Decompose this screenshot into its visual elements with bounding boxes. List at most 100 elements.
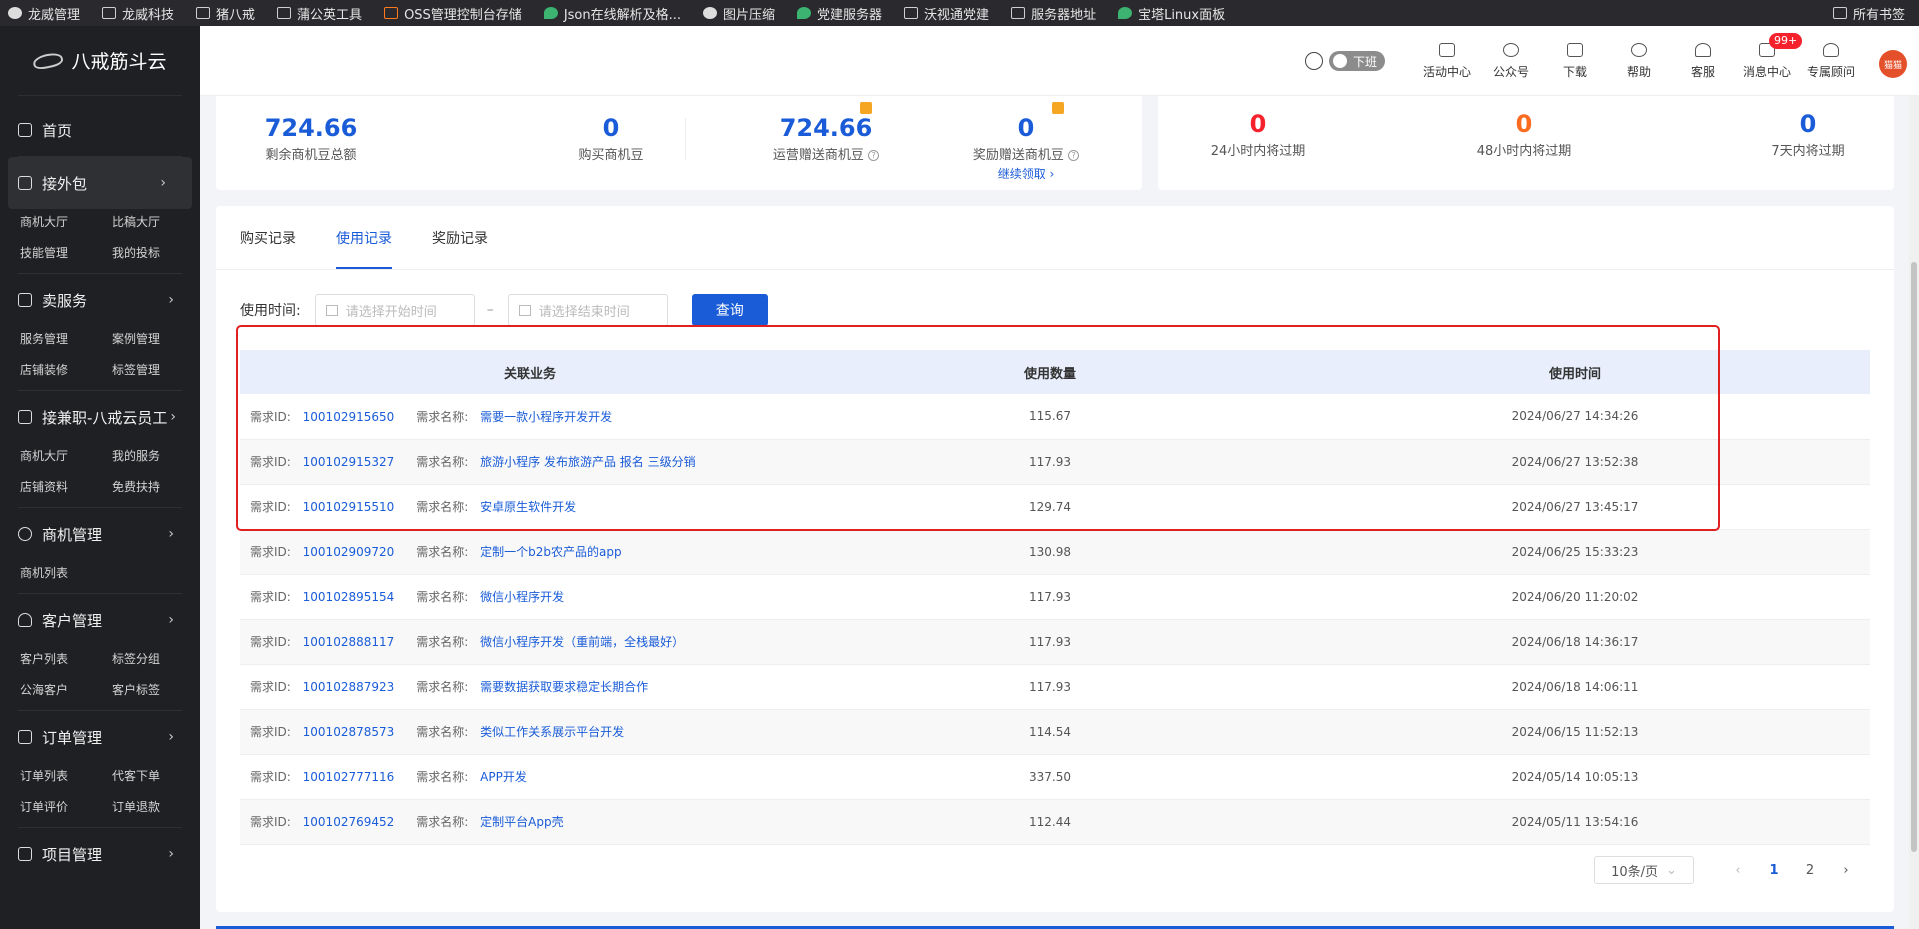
- tab-reward-records[interactable]: 奖励记录: [432, 206, 488, 269]
- start-date-picker[interactable]: 请选择开始时间: [314, 294, 475, 326]
- tab-purchase-records[interactable]: 购买记录: [240, 206, 296, 269]
- record-tabs: 购买记录 使用记录 奖励记录: [216, 206, 1894, 270]
- demand-name-link[interactable]: 定制一个b2b农产品的app: [480, 545, 621, 559]
- demand-id-key: 需求ID:: [250, 680, 291, 694]
- scrollbar-thumb[interactable]: [1911, 262, 1917, 852]
- toggle-knob: [1333, 54, 1347, 68]
- bookmark-item[interactable]: 蒲公英工具: [277, 4, 362, 23]
- related-business-cell: 需求ID: 100102887923 需求名称: 需要数据获取要求稳定长期合作: [240, 664, 820, 710]
- sidebar-link[interactable]: 服务管理: [20, 330, 112, 347]
- usage-quantity: 114.54: [820, 709, 1280, 755]
- sidebar-item-customers[interactable]: 客户管理 ›: [0, 594, 200, 646]
- sidebar-item-orders[interactable]: 订单管理 ›: [0, 711, 200, 763]
- demand-id-key: 需求ID:: [250, 770, 291, 784]
- sidebar-item-parttime[interactable]: 接兼职-八戒云员工 ›: [0, 391, 200, 443]
- help-icon[interactable]: ?: [1068, 150, 1080, 161]
- demand-name-link[interactable]: 类似工作关系展示平台开发: [480, 725, 624, 739]
- support-button[interactable]: 客服: [1671, 42, 1735, 80]
- continue-claim-link[interactable]: 继续领取 ›: [956, 165, 1096, 182]
- tag-icon: [860, 102, 872, 114]
- avatar[interactable]: 猫猫: [1879, 50, 1907, 78]
- demand-name-link[interactable]: APP开发: [480, 770, 527, 784]
- sidebar-link[interactable]: 订单评价: [20, 798, 112, 815]
- bookmark-item[interactable]: 龙威管理: [8, 4, 80, 23]
- sidebar-link[interactable]: 店铺装修: [20, 361, 112, 378]
- sidebar-link[interactable]: 客户列表: [20, 650, 112, 667]
- sidebar-link[interactable]: 免费扶持: [112, 478, 204, 495]
- end-date-picker[interactable]: 请选择结束时间: [507, 294, 668, 326]
- demand-id-link[interactable]: 100102769452: [303, 815, 395, 829]
- bookmark-item[interactable]: 服务器地址: [1011, 4, 1096, 23]
- bookmark-item[interactable]: 党建服务器: [797, 4, 882, 23]
- demand-name-link[interactable]: 微信小程序开发: [480, 590, 564, 604]
- demand-id-link[interactable]: 100102878573: [303, 725, 395, 739]
- sidebar-link[interactable]: 店铺资料: [20, 478, 112, 495]
- headset-icon: [1695, 42, 1711, 57]
- page-size-select[interactable]: 10条/页 ⌄: [1594, 856, 1694, 884]
- demand-id-link[interactable]: 100102895154: [303, 590, 395, 604]
- stat-ops: 724.66 运营赠送商机豆 ?: [746, 114, 906, 163]
- table-row: 需求ID: 100102887923 需求名称: 需要数据获取要求稳定长期合作 11…: [240, 664, 1870, 710]
- page-2[interactable]: 2: [1792, 863, 1828, 878]
- sidebar-item-projects[interactable]: 项目管理 ›: [0, 828, 200, 880]
- bookmark-item[interactable]: Json在线解析及格...: [543, 4, 681, 23]
- sidebar-link[interactable]: 我的服务: [112, 447, 204, 464]
- help-icon[interactable]: ?: [868, 150, 880, 161]
- prev-page-button[interactable]: ‹: [1720, 863, 1756, 878]
- sidebar-link[interactable]: 商机大厅: [20, 213, 112, 230]
- oss-icon: [384, 7, 399, 19]
- chevron-right-icon: ›: [160, 175, 166, 191]
- sidebar-link[interactable]: 标签管理: [112, 361, 204, 378]
- sidebar-item-outsourcing[interactable]: 接外包 ›: [8, 157, 192, 209]
- demand-name-link[interactable]: 定制平台App壳: [480, 815, 563, 829]
- demand-name-link[interactable]: 微信小程序开发（重前端，全栈最好）: [480, 635, 684, 649]
- advisor-button[interactable]: 专属顾问: [1799, 42, 1863, 80]
- scrollbar[interactable]: [1909, 96, 1919, 929]
- wechat-account-button[interactable]: 公众号: [1479, 42, 1543, 80]
- sidebar-link[interactable]: 代客下单: [112, 767, 204, 784]
- sidebar-link[interactable]: 比稿大厅: [112, 213, 204, 230]
- sidebar-link[interactable]: 订单退款: [112, 798, 204, 815]
- all-bookmarks[interactable]: 所有书签: [1832, 0, 1905, 26]
- sidebar-link[interactable]: 标签分组: [112, 650, 204, 667]
- activity-center-button[interactable]: 活动中心: [1415, 42, 1479, 80]
- sidebar-link[interactable]: 客户标签: [112, 681, 204, 698]
- demand-id-link[interactable]: 100102888117: [303, 635, 395, 649]
- query-button[interactable]: 查询: [691, 294, 768, 326]
- sidebar-link[interactable]: 案例管理: [112, 330, 204, 347]
- bookmark-item[interactable]: 猪八戒: [196, 4, 255, 23]
- demand-id-link[interactable]: 100102777116: [303, 770, 395, 784]
- bookmark-item[interactable]: 图片压缩: [703, 4, 775, 23]
- messages-button[interactable]: 99+ 消息中心: [1735, 32, 1803, 80]
- next-page-button[interactable]: ›: [1828, 863, 1864, 878]
- demand-id-link[interactable]: 100102909720: [303, 545, 395, 559]
- demand-id-key: 需求ID:: [250, 590, 291, 604]
- sidebar-link[interactable]: 商机大厅: [20, 447, 112, 464]
- demand-name-key: 需求名称:: [416, 680, 469, 694]
- help-button[interactable]: 帮助: [1607, 42, 1671, 80]
- demand-name-link[interactable]: 需要数据获取要求稳定长期合作: [480, 680, 648, 694]
- brand-logo[interactable]: 八戒筋斗云: [18, 26, 182, 96]
- sidebar-link[interactable]: 商机列表: [20, 564, 112, 581]
- download-button[interactable]: 下载: [1543, 42, 1607, 80]
- tag-icon: [1052, 102, 1064, 114]
- work-status-toggle[interactable]: 下班: [1329, 51, 1385, 71]
- sidebar-link[interactable]: 我的投标: [112, 244, 204, 261]
- stat-expire-48h: 0 48小时内将过期: [1476, 110, 1572, 159]
- sidebar-link[interactable]: 订单列表: [20, 767, 112, 784]
- page-1[interactable]: 1: [1756, 863, 1792, 878]
- usage-quantity: 337.50: [820, 754, 1280, 800]
- sidebar-link[interactable]: 公海客户: [20, 681, 112, 698]
- bookmark-item[interactable]: 宝塔Linux面板: [1118, 4, 1225, 23]
- sidebar-link[interactable]: 技能管理: [20, 244, 112, 261]
- demand-id-link[interactable]: 100102887923: [303, 680, 395, 694]
- globe-icon: [8, 7, 22, 19]
- tab-usage-records[interactable]: 使用记录: [336, 206, 392, 269]
- sidebar-item-home[interactable]: 首页: [0, 104, 200, 156]
- bookmark-item[interactable]: OSS管理控制台存储: [384, 4, 522, 23]
- alarm-icon: [1305, 52, 1323, 70]
- bookmark-item[interactable]: 龙威科技: [102, 4, 174, 23]
- sidebar-item-opportunities[interactable]: 商机管理 ›: [0, 508, 200, 560]
- sidebar-item-services[interactable]: 卖服务 ›: [0, 274, 200, 326]
- bookmark-item[interactable]: 沃视通党建: [904, 4, 989, 23]
